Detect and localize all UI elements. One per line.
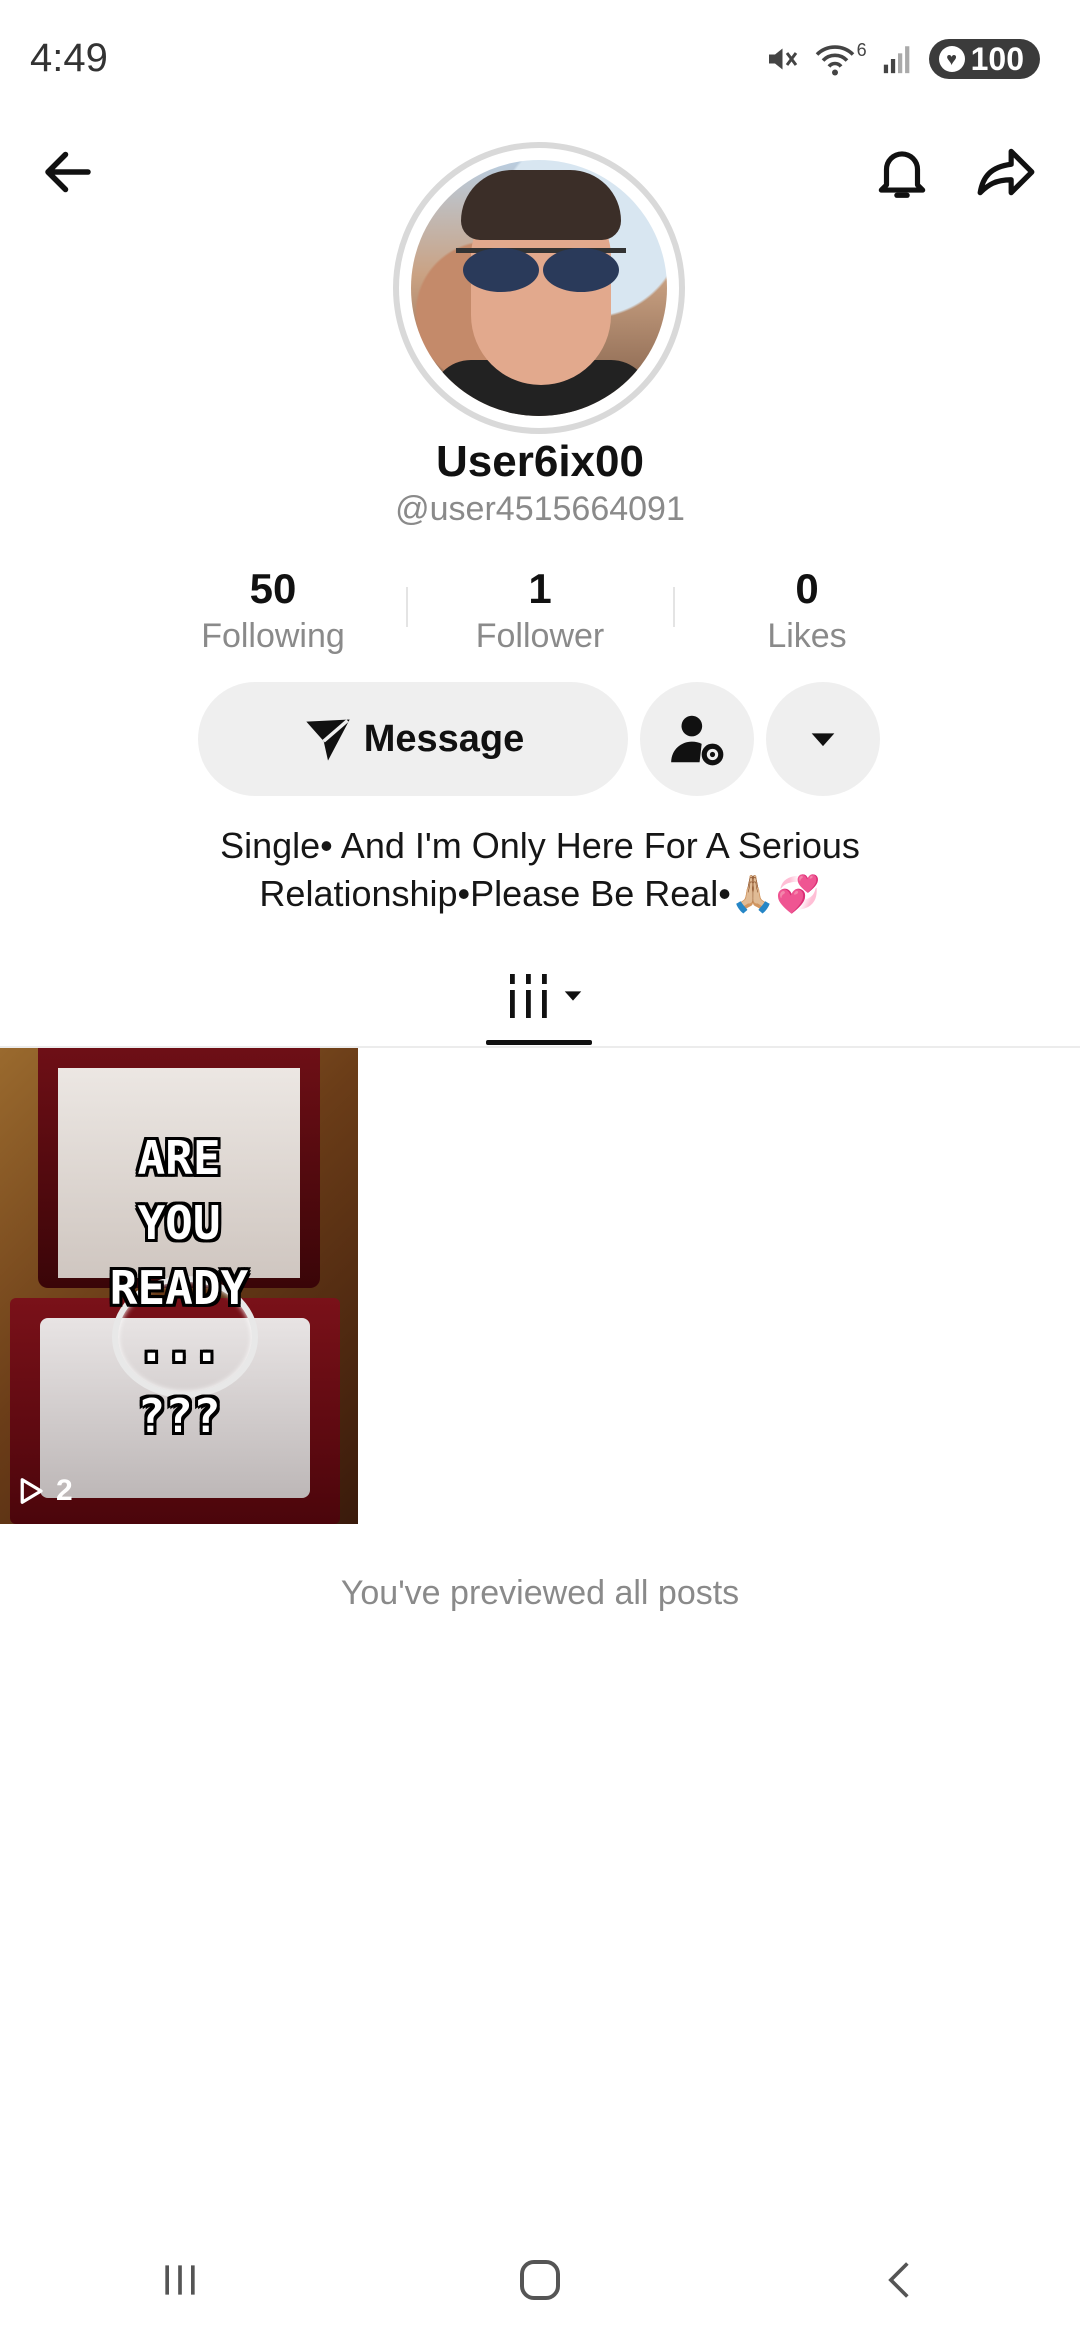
user-settings-button[interactable] — [640, 682, 754, 796]
share-button[interactable] — [966, 132, 1046, 212]
play-icon — [20, 1478, 43, 1504]
recents-button[interactable] — [140, 2240, 220, 2320]
battery-indicator: ♥ 100 — [928, 39, 1040, 79]
back-arrow-icon — [45, 151, 91, 193]
stat-label: Follower — [475, 617, 605, 655]
recents-icon — [165, 2265, 195, 2295]
post-overlay-text: ARE — [137, 1131, 221, 1185]
stat-following[interactable]: 50 Following — [141, 565, 406, 656]
tab-indicator — [486, 1040, 592, 1045]
status-icons: 6 ♥ 100 — [763, 38, 1040, 80]
mute-icon — [768, 48, 797, 70]
stat-value: 0 — [795, 565, 819, 612]
profile-stats: 50 Following 1 Follower 0 Likes — [0, 565, 1080, 656]
system-back-button[interactable] — [860, 2240, 940, 2320]
bio-line: Single• And I'm Only Here For A Serious — [220, 825, 860, 866]
stat-value: 1 — [528, 565, 552, 612]
post-overlay-text: ??? — [137, 1389, 221, 1443]
tab-posts[interactable] — [500, 966, 590, 1026]
stat-label: Likes — [767, 617, 847, 655]
battery-level: 100 — [970, 40, 1024, 77]
bio-line: Relationship•Please Be Real•🙏🏼💞 — [259, 873, 821, 914]
message-button[interactable]: Message — [198, 682, 628, 796]
caret-down-icon — [811, 733, 835, 747]
display-name: User6ix00 — [436, 437, 644, 486]
message-label: Message — [363, 717, 525, 760]
share-icon — [977, 148, 1035, 196]
more-options-dropdown[interactable] — [766, 682, 880, 796]
wifi-icon — [815, 45, 854, 76]
view-count: 2 — [16, 1474, 73, 1508]
notifications-button[interactable] — [862, 132, 942, 212]
send-icon — [306, 719, 350, 761]
user-settings-icon — [671, 715, 724, 766]
profile-bio: Single• And I'm Only Here For A Serious … — [0, 822, 1080, 918]
avatar-ring[interactable] — [393, 142, 685, 434]
user-handle: @user4515664091 — [395, 490, 685, 528]
back-button[interactable] — [28, 132, 108, 212]
end-of-posts-message: You've previewed all posts — [340, 1574, 740, 1612]
post-thumbnail[interactable]: ARE YOU READY ... ??? 2 — [0, 1048, 358, 1524]
home-icon — [520, 2260, 560, 2300]
wifi-sup: 6 — [856, 39, 867, 60]
post-overlay-text: ... — [137, 1318, 221, 1372]
post-overlay-text: YOU — [137, 1196, 221, 1250]
sunglasses-graphic — [456, 248, 626, 292]
status-time: 4:49 — [30, 36, 108, 80]
shield-icon: ♥ — [938, 46, 965, 72]
view-count-value: 2 — [56, 1474, 73, 1507]
avatar[interactable] — [411, 160, 667, 416]
stat-likes[interactable]: 0 Likes — [675, 565, 940, 656]
stat-value: 50 — [249, 565, 297, 612]
cell-signal-icon — [883, 46, 909, 74]
bell-icon — [878, 151, 926, 198]
posts-grid-icon — [510, 974, 547, 1018]
stat-followers[interactable]: 1 Follower — [408, 565, 673, 656]
chevron-left-icon — [888, 2262, 909, 2298]
post-overlay-text: READY — [109, 1261, 249, 1315]
stat-label: Following — [201, 617, 345, 655]
system-nav-bar — [0, 2240, 1080, 2320]
home-button[interactable] — [500, 2240, 580, 2320]
caret-down-icon — [564, 991, 582, 1001]
